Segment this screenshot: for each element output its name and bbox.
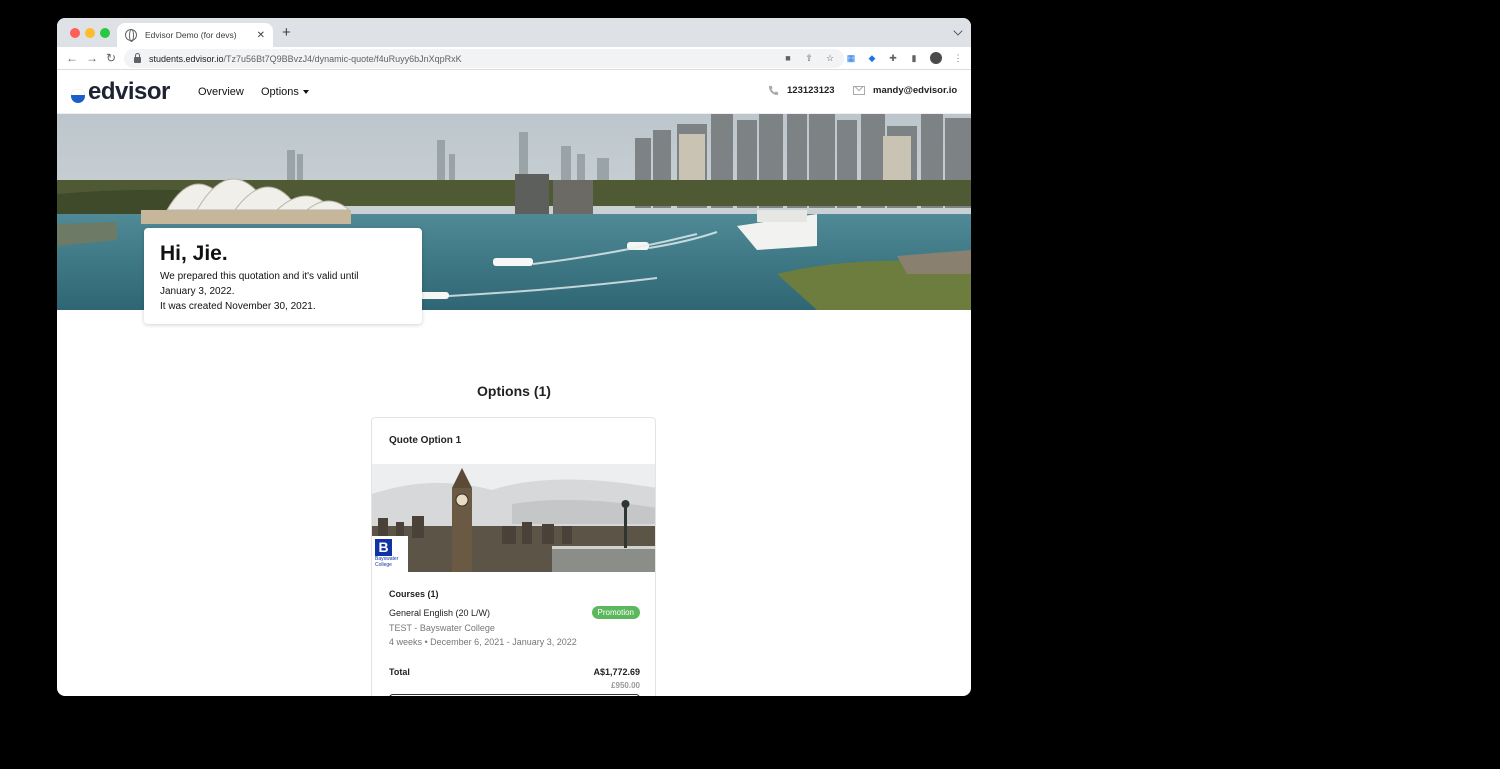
more-menu-icon[interactable]: ⋮ bbox=[953, 53, 963, 63]
extension-calendar-icon[interactable]: ▦ bbox=[846, 53, 856, 63]
browser-toolbar: ← → ↻ students.edvisor.io /Tz7u56Bt7Q9BB… bbox=[57, 47, 971, 70]
tab-strip: Edvisor Demo (for devs) ✕ + bbox=[57, 18, 971, 47]
contact-email[interactable]: mandy@edvisor.io bbox=[853, 85, 957, 96]
total-secondary-value: £950.00 bbox=[611, 681, 640, 690]
address-bar[interactable]: students.edvisor.io /Tz7u56Bt7Q9BBvzJ4/d… bbox=[124, 49, 844, 68]
forward-arrow-icon[interactable]: → bbox=[86, 51, 98, 65]
school-logo-letter: B bbox=[375, 539, 392, 556]
share-icon[interactable]: ⇧ bbox=[804, 53, 814, 63]
side-panel-icon[interactable]: ▮ bbox=[909, 53, 919, 63]
browser-window: Edvisor Demo (for devs) ✕ + ← → ↻ studen… bbox=[57, 18, 971, 696]
promotion-badge: Promotion bbox=[591, 606, 640, 619]
new-tab-button[interactable]: + bbox=[282, 25, 291, 41]
site-header: edvisor Overview Options 123123123 mandy… bbox=[57, 70, 971, 114]
camera-icon[interactable]: ■ bbox=[783, 53, 793, 63]
school-logo: B Bayswater College bbox=[372, 536, 408, 572]
course-name: General English (20 L/W) bbox=[389, 608, 491, 618]
edvisor-logo[interactable]: edvisor bbox=[71, 78, 170, 106]
nav-options-dropdown[interactable]: Options bbox=[261, 86, 309, 98]
tab-title: Edvisor Demo (for devs) bbox=[145, 30, 237, 40]
greeting-card: Hi, Jie. We prepared this quotation and … bbox=[144, 228, 422, 324]
course-school: TEST - Bayswater College bbox=[389, 623, 495, 633]
phone-icon bbox=[768, 85, 779, 96]
greeting-title: Hi, Jie. bbox=[160, 242, 228, 265]
nav-overview-link[interactable]: Overview bbox=[198, 86, 244, 98]
back-arrow-icon[interactable]: ← bbox=[66, 51, 78, 65]
bookmark-star-icon[interactable]: ☆ bbox=[825, 53, 835, 63]
quote-option-image: B Bayswater College bbox=[372, 464, 655, 572]
url-host: students.edvisor.io bbox=[149, 53, 224, 64]
options-heading: Options (1) bbox=[477, 383, 551, 399]
tab-search-chevron-icon[interactable] bbox=[953, 26, 963, 36]
caret-down-icon bbox=[302, 90, 309, 94]
toolbar-icons: ■ ⇧ ☆ ▦ ◆ ✚ ▮ ⋮ bbox=[783, 52, 963, 64]
view-quote-button[interactable] bbox=[389, 694, 640, 696]
maximize-window-button[interactable] bbox=[100, 28, 110, 38]
quote-valid-line-1: We prepared this quotation and it's vali… bbox=[160, 271, 359, 282]
total-value: A$1,772.69 bbox=[593, 667, 640, 677]
quote-valid-line-2: January 3, 2022. bbox=[160, 286, 235, 297]
reload-icon[interactable]: ↻ bbox=[106, 51, 116, 65]
quote-created-line: It was created November 30, 2021. bbox=[160, 301, 316, 312]
quote-option-title: Quote Option 1 bbox=[389, 435, 462, 446]
profile-avatar[interactable] bbox=[930, 52, 942, 64]
contact-phone[interactable]: 123123123 bbox=[768, 85, 835, 96]
course-dates: 4 weeks • December 6, 2021 - January 3, … bbox=[389, 637, 577, 647]
logo-text: edvisor bbox=[88, 78, 170, 105]
mail-icon bbox=[853, 86, 865, 95]
browser-tab[interactable]: Edvisor Demo (for devs) ✕ bbox=[117, 23, 273, 47]
puzzle-extensions-icon[interactable]: ✚ bbox=[888, 53, 898, 63]
total-label: Total bbox=[389, 667, 410, 677]
extension-diamond-icon[interactable]: ◆ bbox=[867, 53, 877, 63]
lock-icon bbox=[134, 52, 141, 63]
tab-close-icon[interactable]: ✕ bbox=[257, 30, 265, 41]
logo-mark-icon bbox=[71, 89, 85, 103]
phone-number: 123123123 bbox=[787, 85, 835, 96]
courses-heading: Courses (1) bbox=[389, 589, 439, 599]
school-logo-sub: College bbox=[375, 562, 392, 568]
minimize-window-button[interactable] bbox=[85, 28, 95, 38]
quote-option-card[interactable]: Quote Option 1 B Bayswater College Cours… bbox=[371, 417, 656, 696]
nav-options-label: Options bbox=[261, 86, 299, 98]
close-window-button[interactable] bbox=[70, 28, 80, 38]
globe-icon bbox=[125, 29, 137, 42]
url-path: /Tz7u56Bt7Q9BBvzJ4/dynamic-quote/f4uRuyy… bbox=[223, 53, 462, 64]
email-address: mandy@edvisor.io bbox=[873, 85, 958, 96]
